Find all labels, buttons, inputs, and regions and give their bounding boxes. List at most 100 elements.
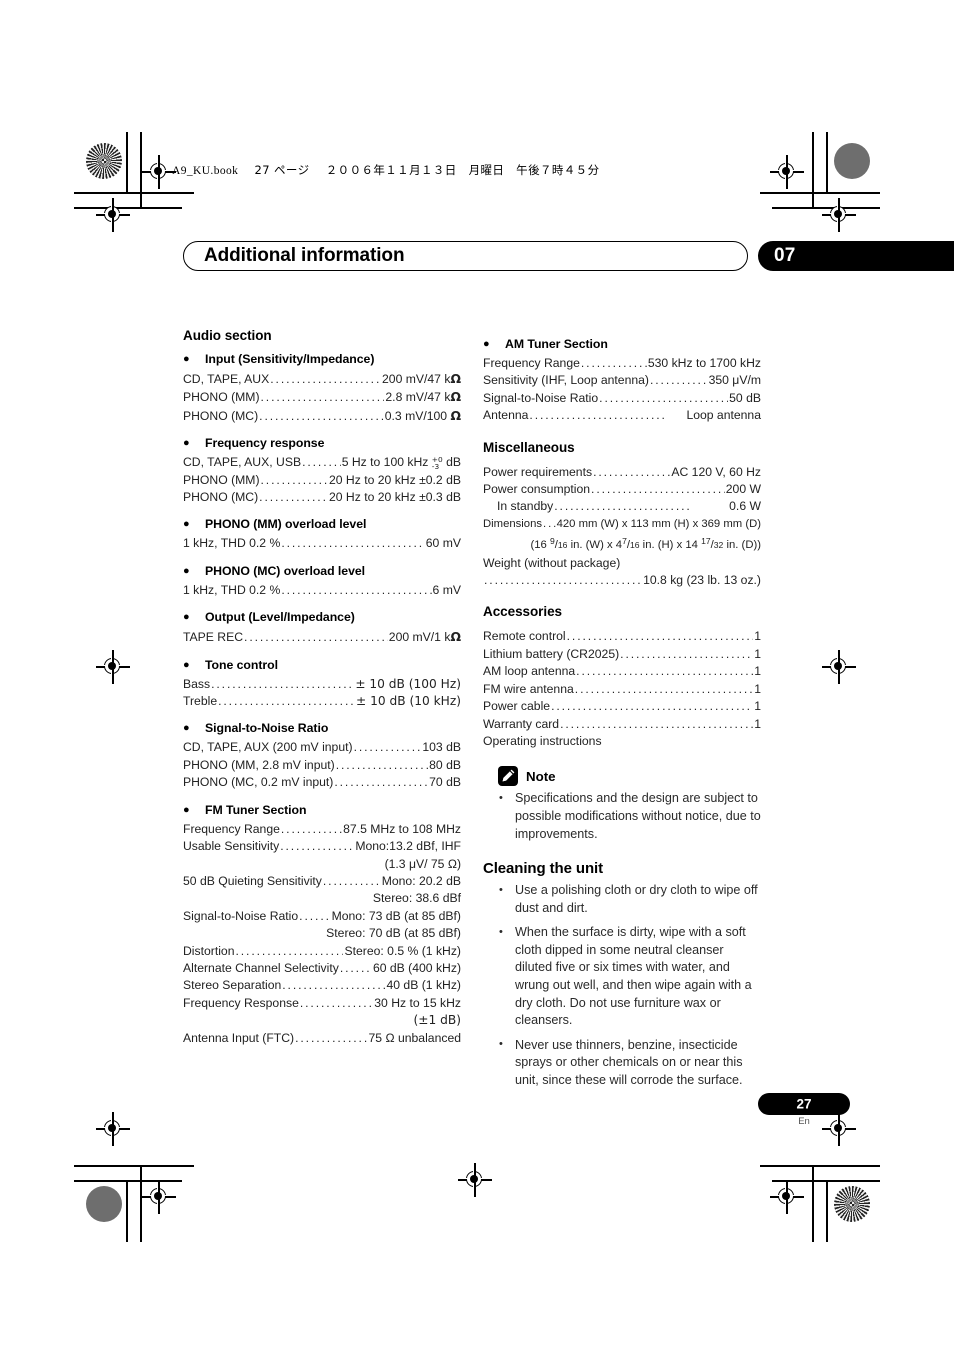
chapter-number: 07 — [774, 245, 796, 266]
spec-row: Antenna .......................... Loop … — [483, 407, 761, 424]
spec-value: 1 — [754, 646, 761, 661]
spec-value: ± 10 dB (100 Hz) — [355, 676, 461, 691]
subsection-heading-label: FM Tuner Section — [205, 802, 307, 817]
spec-row: PHONO (MC, 0.2 mV input) ...............… — [183, 774, 461, 791]
note-header: Note — [498, 766, 761, 787]
spec-value: 103 dB — [422, 740, 461, 755]
spec-value: 530 kHz to 1700 kHz — [647, 356, 761, 370]
spec-row: 1 kHz, THD 0.2 % .......................… — [183, 535, 461, 552]
subsection-heading-am-tuner: ● AM Tuner Section — [483, 337, 761, 352]
spec-row: Frequency Range ........................… — [483, 355, 761, 372]
registration-solid-dot — [834, 143, 870, 179]
leader-dots: ............................. — [218, 694, 356, 709]
leader-dots: ............................... — [259, 408, 384, 423]
leader-dots: ....................... — [235, 943, 343, 958]
leader-dots: ............................... — [260, 390, 385, 405]
subsection-heading-label: AM Tuner Section — [505, 337, 608, 351]
spec-value: 87.5 MHz to 108 MHz — [343, 821, 461, 836]
spec-label: PHONO (MC, 0.2 mV input) — [183, 775, 334, 790]
leader-dots: ........................................ — [244, 630, 388, 645]
spec-row: Bass ............................. ± 10 … — [183, 676, 461, 693]
subsection-heading-output: ● Output (Level/Impedance) — [183, 610, 461, 625]
spec-continuation: Stereo: 38.6 dBf — [372, 891, 461, 906]
spec-row: CD, TAPE, AUX, USB .....................… — [183, 454, 461, 471]
spec-value: 350 μV/m — [708, 373, 761, 388]
leader-dots: ........................................ — [281, 536, 425, 551]
subsection-heading-tone-control: ● Tone control — [183, 658, 461, 673]
spec-label: Alternate Channel Selectivity — [183, 960, 339, 975]
print-header-date: ２００６年１１月１３日 月曜日 午後７時４５分 — [325, 163, 600, 177]
spec-value: 50 dB — [729, 390, 761, 405]
section-title-cleaning: Cleaning the unit — [483, 860, 603, 878]
spec-row: PHONO (MM) .............................… — [183, 388, 461, 406]
registration-screen-dot — [86, 143, 122, 179]
spec-row: Usable Sensitivity .....................… — [183, 838, 461, 855]
spec-value: 10.8 kg (23 lb. 13 oz.) — [643, 573, 761, 588]
leader-dots: ...................................... — [574, 681, 753, 696]
spec-label: Antenna Input (FTC) — [183, 1030, 295, 1045]
spec-value: 420 mm (W) x 113 mm (H) x 369 mm (D) — [556, 517, 761, 530]
spec-label: Dimensions — [483, 517, 543, 530]
crop-mark-line — [760, 192, 880, 194]
page-number: 27 — [796, 1096, 812, 1112]
leader-dots: ....................... — [299, 908, 331, 923]
crop-mark-line — [826, 132, 828, 192]
section-title-accessories: Accessories — [483, 604, 563, 620]
leader-dots: ..................... — [302, 455, 341, 470]
spec-label: Warranty card — [483, 716, 560, 731]
spec-value: 20 Hz to 20 kHz ±0.2 dB — [328, 472, 461, 487]
spec-value: 1 — [754, 716, 761, 731]
bullet-marker: ● — [183, 564, 190, 577]
crop-mark-line — [826, 1180, 828, 1242]
spec-continuation: Stereo: 70 dB (at 85 dBf) — [326, 926, 461, 941]
leader-dots: .................. — [353, 740, 422, 755]
registration-mark-right-upper — [822, 198, 856, 232]
crop-mark-line — [760, 1165, 880, 1167]
spec-row: Warranty card ..........................… — [483, 716, 761, 733]
spec-row: PHONO (MM) ......................... 20 … — [183, 472, 461, 489]
spec-row: AM loop antenna ........................… — [483, 663, 761, 680]
pencil-icon — [498, 766, 518, 787]
bullet-marker: ● — [183, 611, 190, 624]
spec-row: In standby .......................... 0.… — [483, 498, 761, 515]
spec-row: CD, TAPE, AUX (200 mV input) ...........… — [183, 739, 461, 756]
spec-label: PHONO (MM) — [183, 472, 260, 487]
leader-dots: ............................. — [211, 676, 355, 691]
subsection-heading-label: Output (Level/Impedance) — [205, 610, 355, 625]
leader-dots: ...................................... — [551, 699, 752, 714]
right-column: ● AM Tuner Section Frequency Range .....… — [483, 328, 761, 1097]
list-item: Use a polishing cloth or dry cloth to wi… — [499, 882, 761, 917]
spec-value: 0.6 W — [729, 499, 761, 514]
spec-label: CD, TAPE, AUX — [183, 372, 270, 386]
leader-dots: ......................... — [259, 490, 328, 505]
spec-value: 75 Ω unbalanced — [368, 1030, 461, 1045]
spec-row: Operating instructions — [483, 733, 761, 750]
leader-dots: .......................... — [554, 499, 692, 514]
crop-mark-line — [126, 132, 128, 192]
chapter-number-badge: 07 — [758, 241, 954, 271]
spec-label: Power cable — [483, 699, 551, 714]
spec-value: Mono: 20.2 dB — [381, 873, 461, 888]
subsection-heading-label: Signal-to-Noise Ratio — [205, 721, 329, 736]
leader-dots: .......................... — [529, 408, 667, 423]
spec-value: 0.3 mV/100 Ω — [384, 407, 461, 423]
spec-label: PHONO (MM, 2.8 mV input) — [183, 757, 335, 772]
spec-label: PHONO (MC) — [183, 490, 259, 505]
registration-screen-dot — [834, 1186, 870, 1222]
leader-dots: .................. — [335, 757, 429, 772]
spec-label: Power requirements — [483, 464, 593, 479]
spec-label: Usable Sensitivity — [183, 839, 280, 854]
spec-value: 70 dB — [429, 775, 461, 790]
subsection-heading-label: PHONO (MM) overload level — [205, 517, 367, 532]
spec-label: In standby — [497, 499, 554, 514]
crop-mark-line — [812, 132, 814, 208]
leader-dots: ................................... — [484, 573, 643, 588]
registration-mark-top-right — [770, 155, 804, 189]
spec-label: Distortion — [183, 943, 235, 958]
leader-dots: ....................... — [322, 873, 381, 888]
spec-value: Mono:13.2 dBf, IHF — [355, 839, 461, 854]
leader-dots: .......................... — [599, 390, 729, 405]
spec-row: Power cable ............................… — [483, 698, 761, 715]
bullet-marker: ● — [483, 338, 490, 350]
spec-value: Mono: 73 dB (at 85 dBf) — [331, 908, 461, 923]
